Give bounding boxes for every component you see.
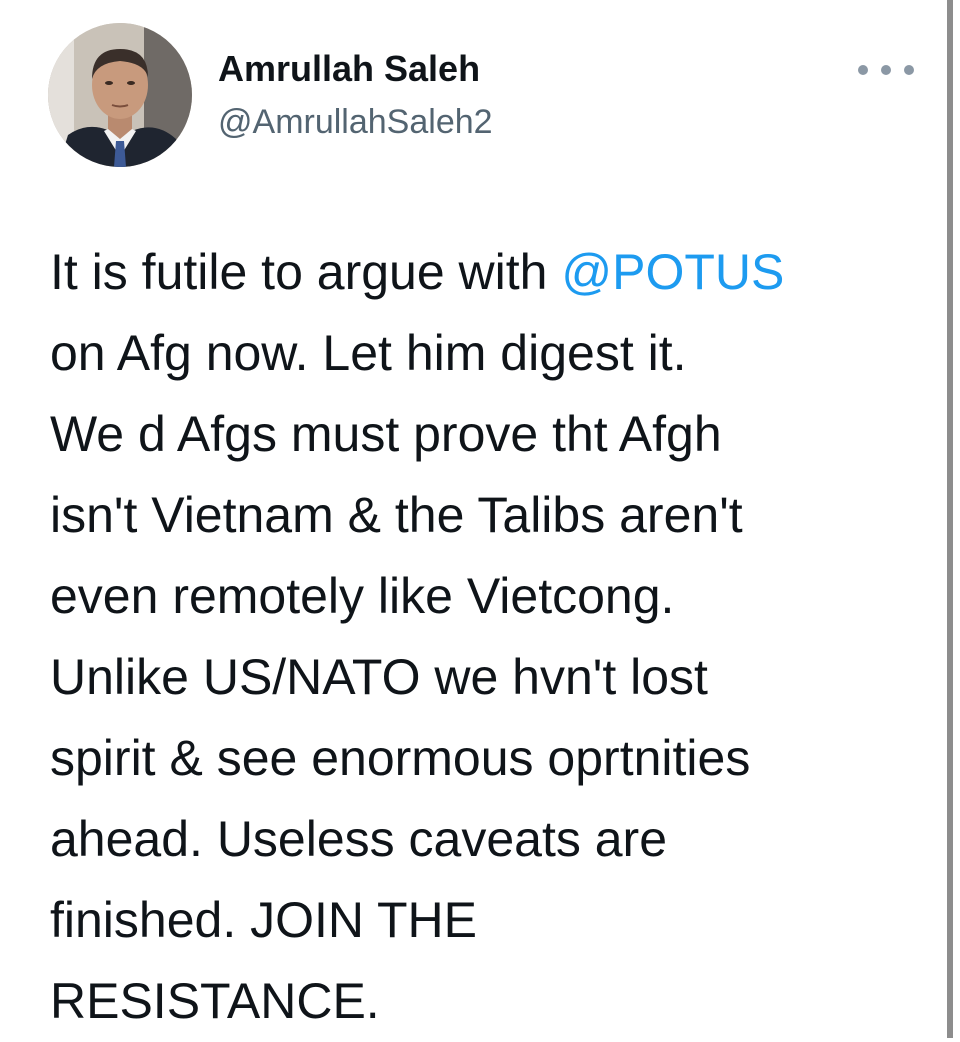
- tweet-line-1-text: It is futile to argue with: [50, 244, 562, 300]
- author-handle[interactable]: @AmrullahSaleh2: [218, 102, 493, 142]
- avatar[interactable]: [48, 23, 192, 167]
- tweet-line: isn't Vietnam & the Talibs aren't: [50, 487, 743, 543]
- scrollbar[interactable]: [944, 0, 960, 1038]
- more-horizontal-icon: [858, 65, 868, 75]
- tweet-line: finished. JOIN THE: [50, 892, 478, 948]
- tweet-line: spirit & see enormous oprtnities: [50, 730, 751, 786]
- tweet-line: We d Afgs must prove tht Afgh: [50, 406, 722, 462]
- more-horizontal-icon: [881, 65, 891, 75]
- more-horizontal-icon: [904, 65, 914, 75]
- tweet-line: Unlike US/NATO we hvn't lost: [50, 649, 708, 705]
- profile-photo-icon: [48, 23, 192, 167]
- scrollbar-track[interactable]: [947, 0, 953, 1038]
- tweet-text: It is futile to argue with @POTUS on Afg…: [50, 232, 930, 1042]
- tweet-line: even remotely like Vietcong.: [50, 568, 675, 624]
- mention-link[interactable]: @POTUS: [561, 244, 784, 300]
- tweet-line: RESISTANCE.: [50, 973, 380, 1029]
- tweet-line: ahead. Useless caveats are: [50, 811, 668, 867]
- tweet-line: on Afg now. Let him digest it.: [50, 325, 687, 381]
- tweet-card: Amrullah Saleh @AmrullahSaleh2 It is fut…: [0, 0, 944, 1038]
- author-name[interactable]: Amrullah Saleh: [218, 48, 480, 90]
- more-options-button[interactable]: [858, 58, 914, 82]
- tweet-line-1: It is futile to argue with @POTUS: [50, 232, 930, 313]
